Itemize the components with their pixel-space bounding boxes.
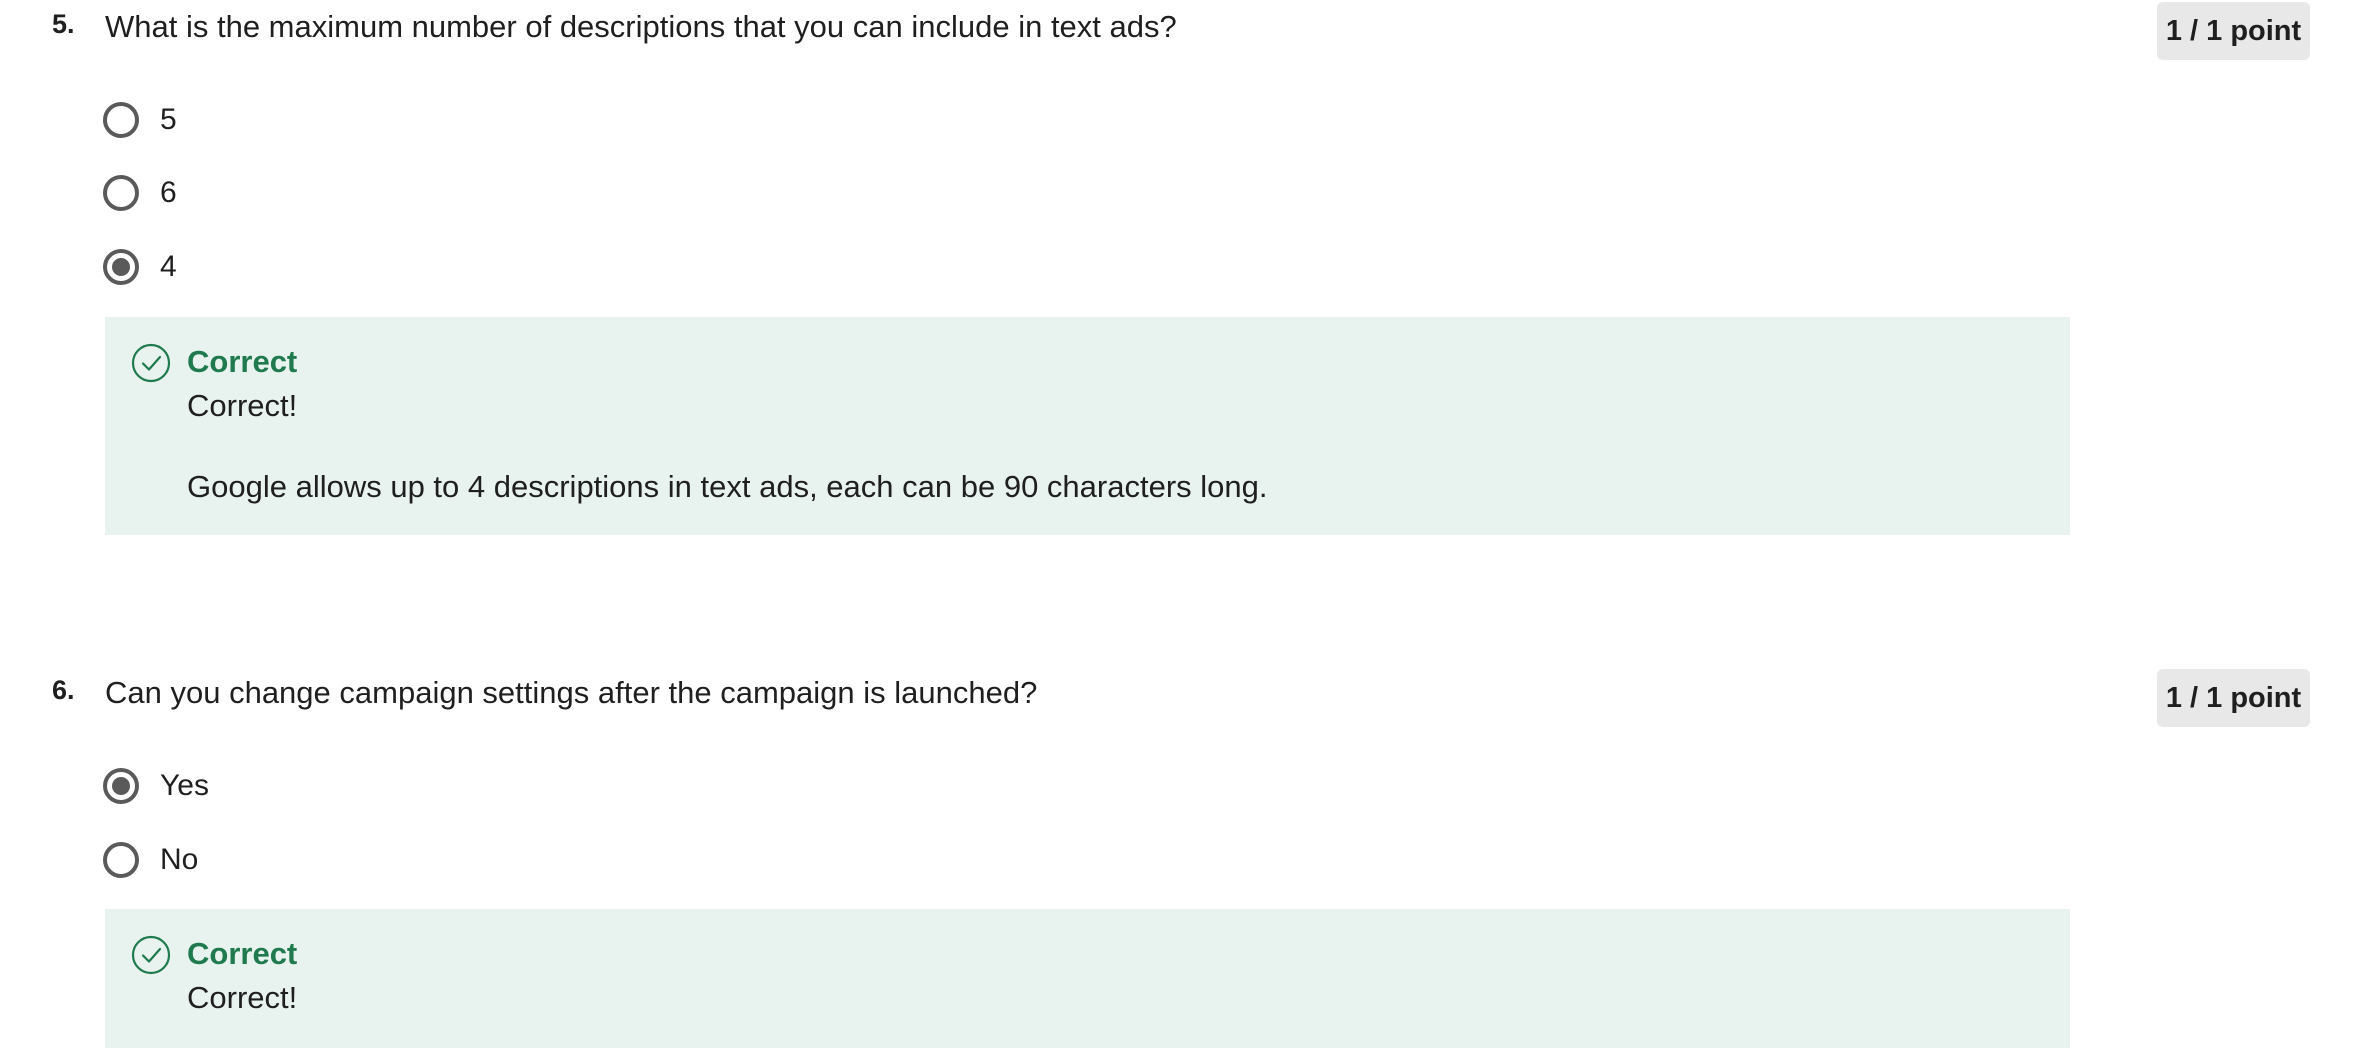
radio-button-checked[interactable] xyxy=(103,249,139,285)
question-number: 5. xyxy=(52,9,75,39)
check-circle-icon xyxy=(131,935,171,975)
question-6: 6. Can you change campaign settings afte… xyxy=(0,667,2371,1058)
answer-option[interactable]: 5 xyxy=(103,98,177,142)
answer-option[interactable]: No xyxy=(103,838,198,882)
question-text: What is the maximum number of descriptio… xyxy=(105,9,1177,44)
option-label: 6 xyxy=(160,176,177,209)
radio-button[interactable] xyxy=(103,102,139,138)
feedback-status: Correct xyxy=(187,936,298,971)
radio-button-checked[interactable] xyxy=(103,768,139,804)
radio-button[interactable] xyxy=(103,175,139,211)
points-badge: 1 / 1 point xyxy=(2157,669,2310,727)
feedback-explanation: Google allows up to 4 descriptions in te… xyxy=(187,469,1268,504)
feedback-panel: Correct Correct! xyxy=(105,909,2070,1048)
answer-option-selected[interactable]: 4 xyxy=(103,245,177,289)
feedback-message: Correct! xyxy=(187,388,298,423)
radio-button[interactable] xyxy=(103,842,139,878)
feedback-panel: Correct Correct! Google allows up to 4 d… xyxy=(105,317,2070,535)
option-label: 5 xyxy=(160,103,177,136)
feedback-message: Correct! xyxy=(187,980,298,1015)
answer-option-selected[interactable]: Yes xyxy=(103,764,209,808)
feedback-status: Correct xyxy=(187,344,298,379)
question-number: 6. xyxy=(52,675,75,705)
check-circle-icon xyxy=(131,343,171,383)
option-label: 4 xyxy=(160,250,177,283)
points-badge: 1 / 1 point xyxy=(2157,2,2310,60)
question-5: 5. What is the maximum number of descrip… xyxy=(0,0,2371,540)
question-text: Can you change campaign settings after t… xyxy=(105,675,1038,710)
answer-option[interactable]: 6 xyxy=(103,171,177,215)
option-label: Yes xyxy=(160,769,209,802)
option-label: No xyxy=(160,843,199,876)
